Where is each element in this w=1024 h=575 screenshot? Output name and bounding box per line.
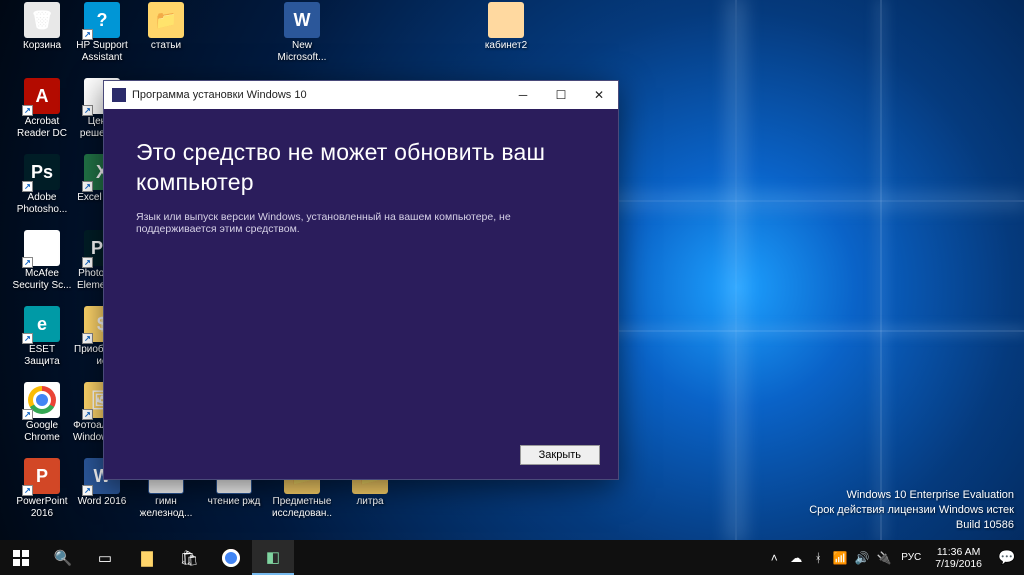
desktop-icon-hp-support[interactable]: ?↗HP Support Assistant: [72, 2, 132, 64]
mcafee-label: McAfee Security Sc...: [12, 268, 72, 292]
shortcut-arrow-icon: ↗: [82, 29, 93, 40]
acrobat-icon: A↗: [24, 78, 60, 114]
window-title: Программа установки Windows 10: [132, 89, 504, 101]
watermark-build: Build 10586: [809, 518, 1014, 533]
onedrive-icon[interactable]: ☁: [785, 551, 807, 565]
minimize-button[interactable]: ─: [504, 81, 542, 109]
hp-support-label: HP Support Assistant: [72, 40, 132, 64]
tray-chevron-up-icon[interactable]: ˄: [763, 551, 785, 565]
shortcut-arrow-icon: ↗: [22, 409, 33, 420]
new-word-icon: W: [284, 2, 320, 38]
desktop-icon-cabinet2[interactable]: кабинет2: [476, 2, 536, 52]
setup-taskbar[interactable]: ◧: [252, 540, 294, 575]
eset-label: ESET Защита банковско...: [12, 344, 72, 368]
desktop-icon-recycle-bin[interactable]: 🗑 Корзина: [12, 2, 72, 52]
store-icon: 🛍: [179, 549, 198, 567]
shortcut-arrow-icon: ↗: [22, 257, 33, 268]
start-button[interactable]: [0, 540, 42, 575]
language-indicator[interactable]: РУС: [895, 552, 927, 563]
clock[interactable]: 11:36 AM 7/19/2016: [927, 546, 990, 570]
window-controls: ─ ☐ ✕: [504, 81, 618, 109]
desktop-icon-mcafee[interactable]: M↗McAfee Security Sc...: [12, 230, 72, 292]
hp-support-icon: ?↗: [84, 2, 120, 38]
mcafee-icon: M↗: [24, 230, 60, 266]
search-button[interactable]: 🔍: [42, 540, 84, 575]
search-icon: 🔍: [54, 549, 73, 567]
notification-icon: 💬: [998, 549, 1015, 565]
chrome-taskbar[interactable]: [210, 540, 252, 575]
shortcut-arrow-icon: ↗: [82, 409, 93, 420]
desktop-icon-powerpoint[interactable]: P↗PowerPoint 2016: [12, 458, 72, 520]
watermark-edition: Windows 10 Enterprise Evaluation: [809, 488, 1014, 503]
recycle-bin-icon: 🗑: [24, 2, 60, 38]
shortcut-arrow-icon: ↗: [22, 105, 33, 116]
shortcut-arrow-icon: ↗: [22, 181, 33, 192]
chrome-icon: [222, 549, 240, 567]
task-view-button[interactable]: ▭: [84, 540, 126, 575]
eset-icon: e↗: [24, 306, 60, 342]
close-button[interactable]: Закрыть: [520, 445, 600, 465]
desktop-icon-photoshop[interactable]: Ps↗Adobe Photosho...: [12, 154, 72, 216]
photoshop-label: Adobe Photosho...: [12, 192, 72, 216]
task-view-icon: ▭: [98, 549, 112, 567]
dialog-message: Язык или выпуск версии Windows, установл…: [136, 211, 586, 235]
shortcut-arrow-icon: ↗: [22, 333, 33, 344]
store-taskbar[interactable]: 🛍: [168, 540, 210, 575]
setup-icon: [112, 88, 126, 102]
articles-icon: 📁: [148, 2, 184, 38]
window-body: Это средство не может обновить ваш компь…: [104, 109, 618, 479]
shortcut-arrow-icon: ↗: [82, 181, 93, 192]
network-icon[interactable]: 📶: [829, 551, 851, 565]
reading-label: чтение ржд: [204, 496, 264, 508]
research-label: Предметные исследован...: [272, 496, 332, 520]
new-word-label: New Microsoft...: [272, 40, 332, 64]
cabinet2-label: кабинет2: [476, 40, 536, 52]
powerpoint-label: PowerPoint 2016: [12, 496, 72, 520]
clock-time: 11:36 AM: [935, 546, 982, 558]
volume-icon[interactable]: 🔊: [851, 551, 873, 565]
recycle-bin-label: Корзина: [12, 40, 72, 52]
desktop[interactable]: 🗑Корзина?↗HP Support Assistant📁статьиWNe…: [0, 0, 1024, 575]
folder-icon: ▇: [141, 549, 153, 567]
shortcut-arrow-icon: ↗: [22, 485, 33, 496]
file-explorer-taskbar[interactable]: ▇: [126, 540, 168, 575]
powerpoint-icon: P↗: [24, 458, 60, 494]
desktop-icon-acrobat[interactable]: A↗Acrobat Reader DC: [12, 78, 72, 140]
window-titlebar[interactable]: Программа установки Windows 10 ─ ☐ ✕: [104, 81, 618, 109]
desktop-icon-chrome[interactable]: ↗Google Chrome: [12, 382, 72, 444]
word2016-label: Word 2016: [72, 496, 132, 508]
acrobat-label: Acrobat Reader DC: [12, 116, 72, 140]
articles-label: статьи: [136, 40, 196, 52]
maximize-button[interactable]: ☐: [542, 81, 580, 109]
shortcut-arrow-icon: ↗: [82, 257, 93, 268]
desktop-icon-new-word[interactable]: WNew Microsoft...: [272, 2, 332, 64]
close-window-button[interactable]: ✕: [580, 81, 618, 109]
taskbar: 🔍 ▭ ▇ 🛍 ◧ ˄ ☁ ᚼ 📶 🔊 🔌 РУС 11:36 AM 7/19/…: [0, 540, 1024, 575]
system-tray: ˄ ☁ ᚼ 📶 🔊 🔌 РУС 11:36 AM 7/19/2016 💬: [763, 540, 1024, 575]
setup-taskbar-icon: ◧: [266, 548, 280, 566]
shortcut-arrow-icon: ↗: [82, 105, 93, 116]
chrome-label: Google Chrome: [12, 420, 72, 444]
dialog-heading: Это средство не может обновить ваш компь…: [136, 137, 586, 197]
litra-label: литра: [340, 496, 400, 508]
photoshop-icon: Ps↗: [24, 154, 60, 190]
bluetooth-icon[interactable]: ᚼ: [807, 551, 829, 565]
cabinet2-icon: [488, 2, 524, 38]
clock-date: 7/19/2016: [935, 558, 982, 570]
power-icon[interactable]: 🔌: [873, 551, 895, 565]
shortcut-arrow-icon: ↗: [82, 333, 93, 344]
hymn-label: гимн железнод...: [136, 496, 196, 520]
desktop-icon-eset[interactable]: e↗ESET Защита банковско...: [12, 306, 72, 368]
shortcut-arrow-icon: ↗: [82, 485, 93, 496]
watermark-license: Срок действия лицензии Windows истек: [809, 503, 1014, 518]
activation-watermark: Windows 10 Enterprise Evaluation Срок де…: [809, 488, 1014, 533]
desktop-icon-articles[interactable]: 📁 статьи: [136, 2, 196, 52]
setup-window: Программа установки Windows 10 ─ ☐ ✕ Это…: [103, 80, 619, 480]
action-center-button[interactable]: 💬: [990, 549, 1024, 566]
chrome-icon: ↗: [24, 382, 60, 418]
